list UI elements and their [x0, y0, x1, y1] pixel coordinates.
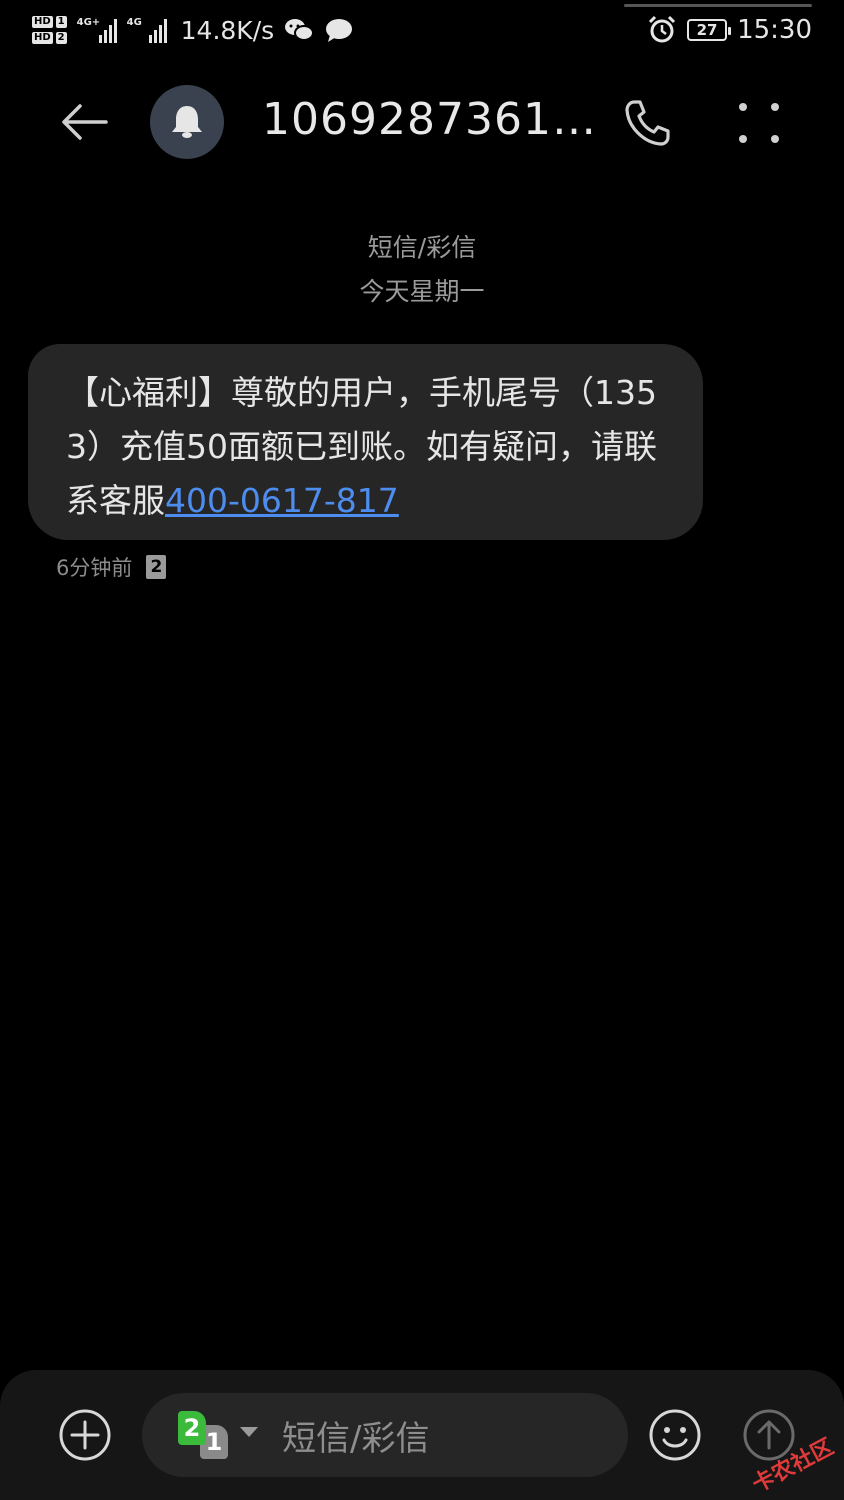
status-right: 27 15:30: [647, 10, 812, 50]
sim2-indicator: HD 2: [32, 32, 67, 44]
sim-badge: 2: [146, 555, 167, 579]
chevron-down-icon[interactable]: [240, 1427, 258, 1437]
status-left: HD 1 HD 2 4G+ 4G 14.8K/s: [32, 6, 354, 54]
bell-icon: [172, 106, 202, 138]
message-type-label: 短信/彩信: [367, 233, 477, 262]
sim-switch-icon[interactable]: 1 2: [178, 1411, 230, 1459]
wechat-icon: [285, 19, 315, 41]
sim2-hd-badge: HD: [32, 32, 53, 44]
network-type-2: 4G: [126, 17, 142, 28]
date-label: 今天星期一: [359, 277, 485, 306]
message-time: 6分钟前: [56, 556, 133, 580]
emoji-icon[interactable]: [648, 1408, 702, 1462]
sim1-indicator: HD 1: [32, 16, 67, 28]
chat-bubble-icon: [326, 19, 353, 42]
clock: 15:30: [737, 15, 812, 45]
more-dots-icon[interactable]: [736, 100, 782, 146]
message-meta: 6分钟前 2: [56, 552, 167, 582]
message-bubble[interactable]: 【心福利】尊敬的用户，手机尾号（1353）充值50面额已到账。如有疑问，请联系客…: [28, 344, 703, 540]
contact-avatar[interactable]: [150, 85, 224, 159]
signal-icon-1: 4G+: [77, 17, 117, 43]
add-icon[interactable]: [58, 1408, 112, 1462]
sim1-hd-badge: HD: [32, 16, 53, 28]
network-speed: 14.8K/s: [180, 15, 275, 45]
battery-level: 27: [696, 21, 718, 39]
sim-indicators: HD 1 HD 2: [32, 16, 67, 44]
conversation-header: 1069287361…: [0, 80, 844, 164]
network-type-1: 4G+: [76, 17, 101, 28]
drag-indicator: [624, 4, 812, 7]
phone-icon[interactable]: [620, 96, 674, 150]
battery-icon: 27: [687, 19, 732, 41]
signal-icon-2: 4G: [127, 17, 167, 43]
message-text: 【心福利】尊敬的用户，手机尾号（1353）充值50面额已到账。如有疑问，请联系客…: [66, 366, 663, 528]
input-bar: 1 2 短信/彩信 卡农社区: [0, 1370, 844, 1500]
sim-front: 2: [178, 1411, 206, 1445]
back-arrow-icon[interactable]: [56, 100, 112, 144]
phone-link[interactable]: 400-0617-817: [165, 481, 399, 520]
status-bar: HD 1 HD 2 4G+ 4G 14.8K/s 27 15:30: [0, 0, 844, 60]
input-placeholder: 短信/彩信: [282, 1419, 430, 1459]
sim1-number: 1: [55, 16, 67, 28]
conversation-title[interactable]: 1069287361…: [262, 94, 597, 145]
alarm-icon: [649, 15, 676, 43]
sim2-number: 2: [55, 32, 67, 44]
message-input[interactable]: 1 2 短信/彩信: [142, 1393, 628, 1477]
